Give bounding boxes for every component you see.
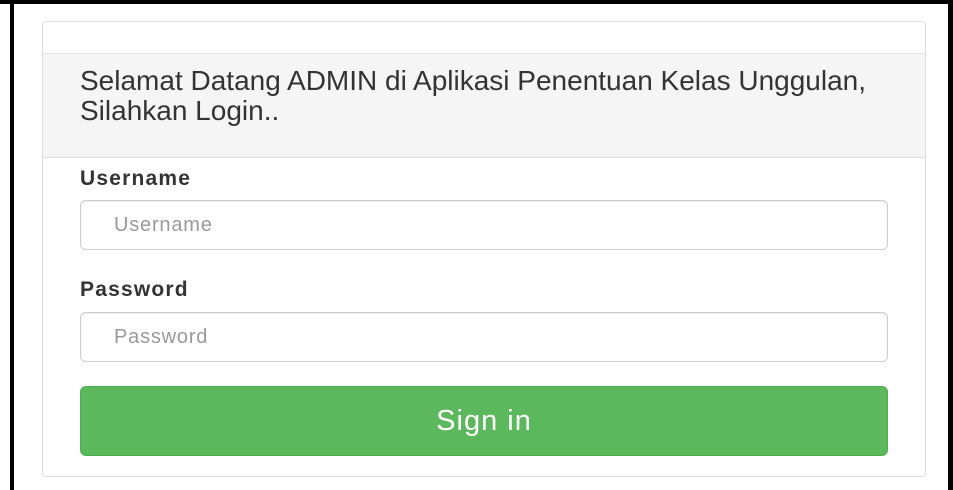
username-label: Username <box>80 167 192 190</box>
login-panel: Selamat Datang ADMIN di Aplikasi Penentu… <box>42 21 926 477</box>
panel-heading: Selamat Datang ADMIN di Aplikasi Penentu… <box>43 53 925 158</box>
password-input[interactable] <box>80 312 888 362</box>
welcome-message: Selamat Datang ADMIN di Aplikasi Penentu… <box>80 65 867 126</box>
password-label: Password <box>80 278 189 301</box>
window-frame-right <box>948 0 953 490</box>
username-input[interactable] <box>80 200 888 250</box>
sign-in-button[interactable]: Sign in <box>80 386 888 456</box>
window-frame-top <box>0 0 953 4</box>
window-frame-left <box>10 0 14 490</box>
